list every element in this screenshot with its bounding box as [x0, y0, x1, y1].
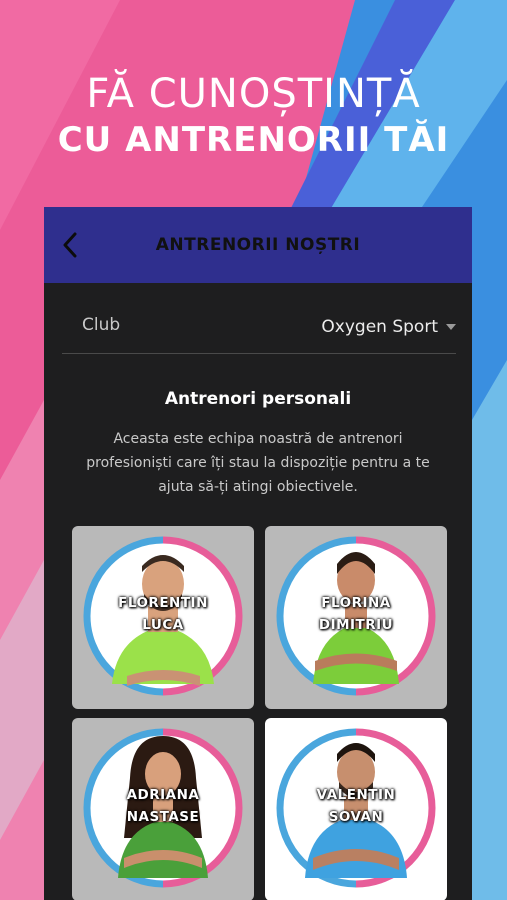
- trainer-card[interactable]: ADRIANA NASTASE: [72, 718, 254, 900]
- trainer-name: FLORINA DIMITRIU: [265, 592, 447, 636]
- trainer-name: FLORENTIN LUCA: [72, 592, 254, 636]
- trainer-first-name: VALENTIN: [316, 787, 396, 803]
- trainer-card[interactable]: VALENTIN SOVAN: [265, 718, 447, 900]
- trainer-last-name: LUCA: [142, 617, 184, 633]
- club-label: Club: [82, 315, 121, 335]
- section-description: Aceasta este echipa noastră de antrenori…: [86, 431, 430, 495]
- hero-line-1: FĂ CUNOȘTINȚĂ: [86, 71, 421, 117]
- trainer-last-name: NASTASE: [126, 809, 200, 825]
- trainer-first-name: ADRIANA: [126, 787, 200, 803]
- trainer-card[interactable]: FLORINA DIMITRIU: [265, 526, 447, 709]
- caret-down-icon: [446, 324, 456, 330]
- club-selected-value: Oxygen Sport: [321, 317, 438, 337]
- trainer-first-name: FLORENTIN: [118, 595, 208, 611]
- app-screen: ANTRENORII NOȘTRI Club Oxygen Sport Antr…: [44, 207, 472, 900]
- trainer-card[interactable]: FLORENTIN LUCA: [72, 526, 254, 709]
- section-title: Antrenori personali: [164, 389, 352, 409]
- trainer-name: ADRIANA NASTASE: [72, 784, 254, 828]
- club-row: Club Oxygen Sport: [62, 303, 456, 354]
- page-title: ANTRENORII NOȘTRI: [155, 235, 361, 255]
- hero-line-2: CU ANTRENORII TĂI: [57, 120, 450, 160]
- hero-heading: FĂ CUNOȘTINȚĂ CU ANTRENORII TĂI: [0, 70, 507, 162]
- trainer-name: VALENTIN SOVAN: [265, 784, 447, 828]
- top-bar: ANTRENORII NOȘTRI: [44, 207, 472, 283]
- trainer-last-name: DIMITRIU: [318, 617, 394, 633]
- trainer-last-name: SOVAN: [328, 809, 384, 825]
- trainer-first-name: FLORINA: [321, 595, 391, 611]
- club-dropdown[interactable]: Oxygen Sport: [321, 311, 456, 343]
